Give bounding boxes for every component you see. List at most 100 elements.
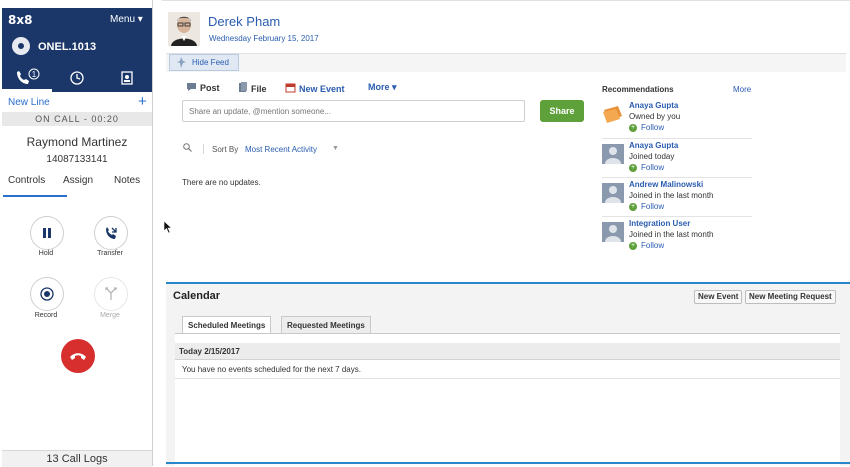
calendar-day-label: Today 2/15/2017 [179,347,240,356]
subtab-notes[interactable]: Notes [114,175,140,186]
contacts-book-icon [121,71,133,85]
publisher-tab-file[interactable]: File [238,82,267,94]
follow-button[interactable]: + Follow [629,202,664,211]
recommendation-desc: Joined in the last month [629,191,714,200]
new-event-button[interactable]: New Event [694,290,743,304]
feed-empty-message: There are no updates. [182,178,261,187]
agent-extension: ONEL.1013 [38,41,97,53]
post-bubble-icon [187,83,196,91]
hang-up-button[interactable] [61,339,95,373]
publisher-more-dropdown[interactable]: More ▾ [368,82,397,93]
user-avatar-icon [602,144,624,164]
calendar-day-header [175,343,840,360]
record-button[interactable] [30,277,64,311]
tab-contacts[interactable] [102,64,152,92]
follow-plus-icon: + [629,163,637,172]
sort-by-label: Sort By [212,145,239,154]
follow-button[interactable]: + Follow [629,123,664,132]
share-button[interactable]: Share [540,100,584,122]
user-avatar-icon [602,222,624,242]
user-portrait-icon [168,12,200,46]
sort-divider [203,144,204,154]
merge-button[interactable] [94,277,128,311]
calls-count-badge: 1 [32,70,37,79]
publisher-tab-post[interactable]: Post [186,82,220,93]
hold-button[interactable] [30,216,64,250]
chevron-down-icon[interactable]: ▼ [332,145,339,152]
call-logs-link[interactable]: 13 Call Logs [2,453,152,465]
tab-requested-meetings[interactable]: Requested Meetings [281,316,371,334]
record-label: Record [34,312,58,319]
recommendation-name[interactable]: Anaya Gupta [629,101,678,110]
record-icon [40,287,54,301]
agent-status-icon[interactable] [12,37,30,55]
recommendation-desc: Joined today [629,152,675,161]
profile-name[interactable]: Derek Pham [208,14,280,29]
post-label: Post [200,83,220,93]
top-divider [162,0,850,1]
recommendation-desc: Joined in the last month [629,230,714,239]
user-avatar-icon [602,183,624,203]
recommendations-title: Recommendations [602,85,674,94]
recommendation-item: Anaya Gupta Owned by you + Follow [602,101,752,139]
follow-label: Follow [641,241,665,250]
calendar-row-divider [175,378,840,379]
recommendation-name[interactable]: Andrew Malinowski [629,180,703,189]
follow-label: Follow [641,123,665,132]
recommendation-name[interactable]: Integration User [629,219,690,228]
follow-label: Follow [641,163,665,172]
clock-icon [70,71,84,85]
new-line-link[interactable]: New Line [8,97,50,108]
profile-photo[interactable] [168,12,200,46]
tab-scheduled-meetings[interactable]: Scheduled Meetings [182,316,272,334]
recommendation-item: Andrew Malinowski Joined in the last mon… [602,180,752,218]
subtab-assign[interactable]: Assign [63,175,93,186]
recommendation-name[interactable]: Anaya Gupta [629,141,678,150]
caller-name: Raymond Martinez [26,135,128,149]
subtab-controls[interactable]: Controls [8,175,45,186]
recommendation-desc: Owned by you [629,112,681,121]
recommendations-more-link[interactable]: More [733,85,751,94]
call-status-bar: ON CALL - 00:20 [2,112,152,126]
follow-button[interactable]: + Follow [629,241,664,250]
share-update-input[interactable] [182,100,525,122]
hide-feed-label: Hide Feed [192,58,229,67]
caller-number: 14087133141 [46,154,108,165]
transfer-label: Transfer [97,250,123,257]
merge-label: Merge [100,312,120,319]
file-label: File [251,84,267,94]
follow-plus-icon: + [629,241,637,250]
file-icon [239,82,247,92]
sort-by-dropdown[interactable]: Most Recent Activity [245,145,317,154]
add-line-button[interactable]: + [138,93,147,110]
menu-button[interactable]: Menu ▾ [110,14,143,25]
tab-history[interactable] [52,64,102,92]
recommendation-item: Anaya Gupta Joined today + Follow [602,141,752,179]
new-event-label: New Event [299,84,345,94]
search-icon[interactable] [183,143,192,152]
recommendation-divider [602,138,752,139]
brand-logo: 8x8 [8,13,33,27]
calendar-title: Calendar [173,290,221,302]
folder-stack-icon [603,106,622,123]
profile-date: Wednesday February 15, 2017 [209,34,319,43]
mouse-cursor-icon [163,220,172,234]
merge-icon [105,287,117,300]
publisher-tab-new-event[interactable]: New Event [285,82,345,94]
follow-button[interactable]: + Follow [629,163,664,172]
new-meeting-request-button[interactable]: New Meeting Request [745,290,836,304]
follow-label: Follow [641,202,665,211]
recommendation-item: Integration User Joined in the last mont… [602,219,752,257]
transfer-button[interactable] [94,216,128,250]
recommendation-divider [602,216,752,217]
hang-up-icon [70,353,86,360]
hide-feed-button[interactable]: Hide Feed [169,54,239,71]
pause-icon [43,228,51,238]
active-subtab-indicator [3,195,67,197]
follow-plus-icon: + [629,123,637,132]
feed-toolbar [166,53,846,72]
calendar-bottom-border [166,462,850,464]
recommendation-divider [602,177,752,178]
calendar-event-icon [285,83,296,93]
tab-calls[interactable]: 1 [2,64,52,92]
